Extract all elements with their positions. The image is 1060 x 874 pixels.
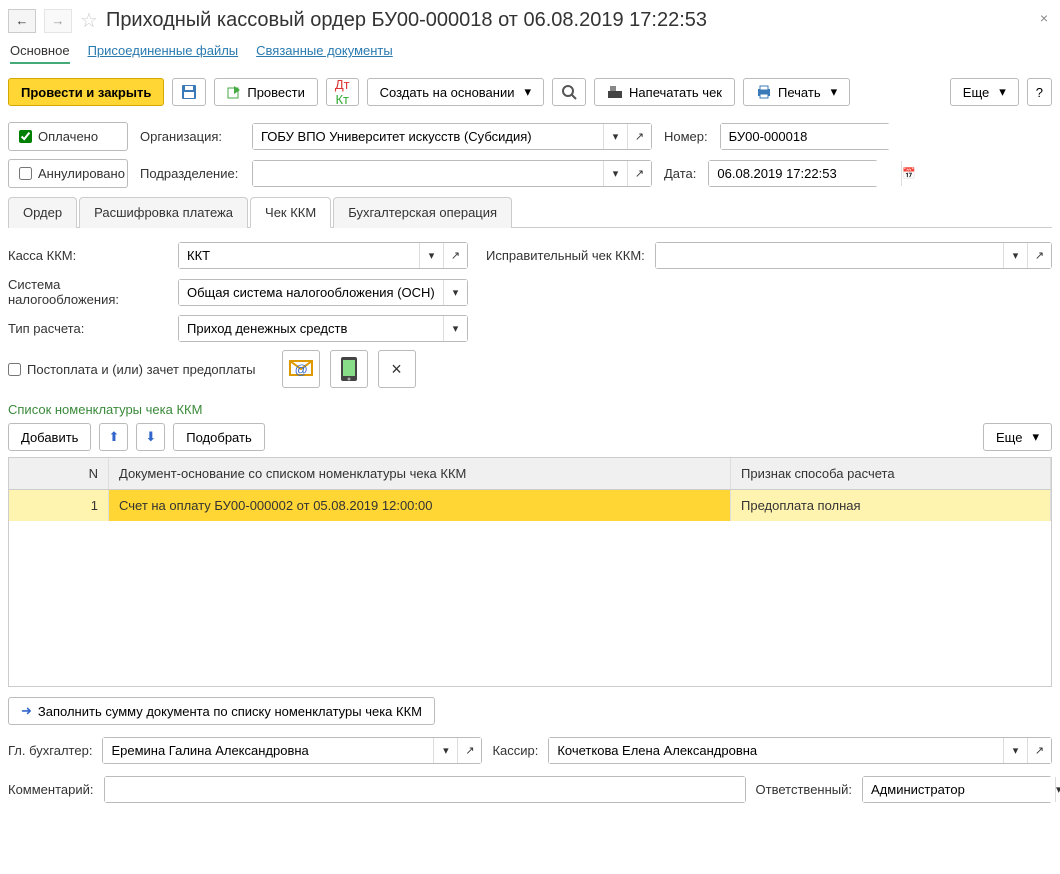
col-n[interactable]: N <box>9 458 109 489</box>
move-up-button[interactable]: ⬆ <box>99 423 128 451</box>
cashier-label: Кассир: <box>492 743 538 758</box>
dropdown-icon[interactable]: ▾ <box>433 738 457 763</box>
paid-checkbox[interactable]: Оплачено <box>8 122 128 151</box>
dropdown-icon[interactable]: ▾ <box>443 316 467 341</box>
kassa-label: Касса ККМ: <box>8 248 168 263</box>
open-icon[interactable]: ↗ <box>1027 243 1051 268</box>
open-icon[interactable]: ↗ <box>627 161 651 186</box>
calendar-icon[interactable]: 📅 <box>901 161 916 186</box>
tax-label: Система налогообложения: <box>8 277 168 307</box>
clear-button[interactable]: × <box>378 350 416 388</box>
cash-register-icon <box>607 85 623 99</box>
cashier-input[interactable] <box>549 738 1003 763</box>
floppy-icon <box>181 84 197 100</box>
dropdown-icon[interactable]: ▾ <box>1055 777 1060 802</box>
dropdown-icon[interactable]: ▾ <box>1003 243 1027 268</box>
add-button[interactable]: Добавить <box>8 423 91 451</box>
tab-decode[interactable]: Расшифровка платежа <box>79 197 248 228</box>
dropdown-icon[interactable]: ▾ <box>1003 738 1027 763</box>
print-button[interactable]: Печать <box>743 78 850 106</box>
open-icon[interactable]: ↗ <box>627 124 651 149</box>
post-and-close-button[interactable]: Провести и закрыть <box>8 78 164 106</box>
org-label: Организация: <box>140 129 240 144</box>
fill-sum-button[interactable]: ➜ Заполнить сумму документа по списку но… <box>8 697 435 725</box>
close-icon[interactable]: × <box>1040 10 1048 26</box>
open-icon[interactable]: ↗ <box>443 243 467 268</box>
dt-kt-button[interactable]: ДтКт <box>326 78 359 106</box>
nav-main[interactable]: Основное <box>10 43 70 64</box>
arrow-up-icon: ⬆ <box>108 429 119 445</box>
tab-order[interactable]: Ордер <box>8 197 77 228</box>
phone-icon <box>339 356 359 382</box>
page-title: Приходный кассовый ордер БУ00-000018 от … <box>106 9 707 32</box>
arrow-right-icon: ➜ <box>21 703 32 719</box>
nav-forward[interactable]: → <box>44 9 72 33</box>
number-label: Номер: <box>664 129 708 144</box>
number-input[interactable] <box>721 124 913 149</box>
org-input[interactable] <box>253 124 603 149</box>
col-doc[interactable]: Документ-основание со списком номенклату… <box>109 458 731 489</box>
select-button[interactable]: Подобрать <box>173 423 264 451</box>
tab-kkm[interactable]: Чек ККМ <box>250 197 331 228</box>
dropdown-icon[interactable]: ▾ <box>603 161 627 186</box>
star-icon[interactable]: ☆ <box>80 8 98 33</box>
accountant-input[interactable] <box>103 738 433 763</box>
subdiv-input[interactable] <box>253 161 603 186</box>
responsible-label: Ответственный: <box>756 782 852 797</box>
email-icon: @ <box>288 358 314 380</box>
type-label: Тип расчета: <box>8 321 168 336</box>
search-button[interactable] <box>552 78 586 106</box>
move-down-button[interactable]: ⬇ <box>136 423 165 451</box>
section-title: Список номенклатуры чека ККМ <box>8 402 1052 417</box>
cancelled-checkbox[interactable]: Аннулировано <box>8 159 128 188</box>
correct-label: Исправительный чек ККМ: <box>486 248 645 263</box>
svg-text:@: @ <box>294 362 307 377</box>
dropdown-icon[interactable]: ▾ <box>419 243 443 268</box>
magnifier-icon <box>561 84 577 100</box>
nav-related[interactable]: Связанные документы <box>256 43 393 64</box>
nomenclature-table: N Документ-основание со списком номенкла… <box>8 457 1052 687</box>
tax-input[interactable] <box>179 280 443 305</box>
type-input[interactable] <box>179 316 443 341</box>
correct-input[interactable] <box>656 243 1003 268</box>
post-button[interactable]: Провести <box>214 78 318 106</box>
date-input[interactable] <box>709 161 901 186</box>
subdiv-label: Подразделение: <box>140 166 240 181</box>
post-icon <box>227 85 241 99</box>
nav-files[interactable]: Присоединенные файлы <box>88 43 239 64</box>
comment-label: Комментарий: <box>8 782 94 797</box>
dropdown-icon[interactable]: ▾ <box>603 124 627 149</box>
sms-button[interactable] <box>330 350 368 388</box>
arrow-down-icon: ⬇ <box>145 429 156 445</box>
dropdown-icon[interactable]: ▾ <box>443 280 467 305</box>
open-icon[interactable]: ↗ <box>457 738 481 763</box>
kassa-input[interactable] <box>179 243 419 268</box>
print-receipt-button[interactable]: Напечатать чек <box>594 78 735 106</box>
open-icon[interactable]: ↗ <box>1027 738 1051 763</box>
more-button[interactable]: Еще <box>950 78 1019 106</box>
help-button[interactable]: ? <box>1027 78 1052 106</box>
create-based-button[interactable]: Создать на основании <box>367 78 544 106</box>
col-p[interactable]: Признак способа расчета <box>731 458 1051 489</box>
tab-accounting[interactable]: Бухгалтерская операция <box>333 197 512 228</box>
nav-tabs: Основное Присоединенные файлы Связанные … <box>8 43 1052 64</box>
postpay-checkbox[interactable]: Постоплата и (или) зачет предоплаты <box>8 362 256 377</box>
nav-back[interactable]: ← <box>8 9 36 33</box>
save-button[interactable] <box>172 78 206 106</box>
table-row[interactable]: 1 Счет на оплату БУ00-000002 от 05.08.20… <box>9 490 1051 521</box>
date-label: Дата: <box>664 166 696 181</box>
email-button[interactable]: @ <box>282 350 320 388</box>
comment-input[interactable] <box>105 777 745 802</box>
responsible-input[interactable] <box>863 777 1055 802</box>
accountant-label: Гл. бухгалтер: <box>8 743 92 758</box>
printer-icon <box>756 85 772 99</box>
table-more-button[interactable]: Еще <box>983 423 1052 451</box>
